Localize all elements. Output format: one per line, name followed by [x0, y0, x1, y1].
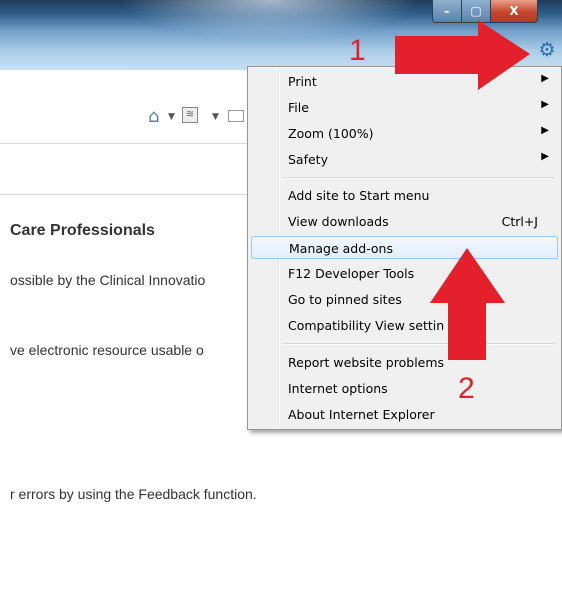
step-2-label: 2: [458, 372, 475, 405]
step-1-label: 1: [349, 34, 366, 67]
arrow-up-annotation: [430, 248, 505, 360]
annotation-layer: [395, 20, 530, 360]
arrow-right-annotation: [395, 20, 530, 90]
